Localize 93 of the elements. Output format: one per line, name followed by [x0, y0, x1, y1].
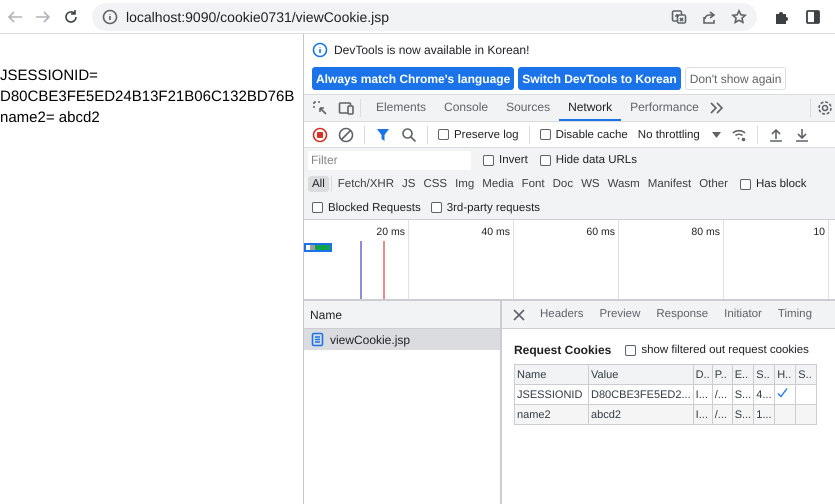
- checkbox[interactable]: [438, 129, 449, 140]
- cookie-text: name2= abcd2: [0, 108, 101, 128]
- checkbox-label: show filtered out request cookies: [641, 344, 809, 356]
- detail-tab[interactable]: Timing: [770, 300, 820, 328]
- detail-tab[interactable]: Initiator: [716, 300, 770, 328]
- infobar-button[interactable]: Always match Chrome's language: [312, 67, 514, 90]
- column-header: Value: [588, 364, 694, 384]
- column-header: Name: [310, 308, 342, 322]
- checkbox-label: Blocked Requests: [328, 202, 421, 214]
- type-filter-button[interactable]: Font: [518, 176, 549, 192]
- detail-tab[interactable]: Response: [648, 300, 716, 328]
- section-title: Request Cookies: [514, 343, 612, 357]
- device-toolbar-icon[interactable]: [338, 100, 354, 116]
- checkbox[interactable]: [540, 129, 551, 140]
- checkbox[interactable]: [740, 178, 751, 190]
- type-filter-button[interactable]: JS: [398, 176, 420, 192]
- filter-icon[interactable]: [375, 126, 391, 142]
- caret-icon: [712, 132, 721, 138]
- checkbox-label: Has block: [756, 178, 806, 190]
- column-header: Name: [514, 364, 588, 384]
- table-cell: name2: [514, 404, 588, 424]
- column-header: H..: [774, 364, 796, 384]
- detail-tab[interactable]: Headers: [532, 300, 592, 328]
- checkbox[interactable]: [540, 154, 551, 166]
- type-filter-button[interactable]: Other: [695, 176, 732, 192]
- table-cell: I...: [693, 404, 712, 424]
- type-filter-button[interactable]: Img: [451, 176, 478, 192]
- infobar-button[interactable]: Switch DevTools to Korean: [518, 67, 681, 90]
- check-icon: [777, 388, 788, 398]
- settings-icon[interactable]: [816, 100, 833, 116]
- cookie-text: D80CBE3FE5ED24B13F21B06C132BD76B: [0, 87, 296, 107]
- address-bar[interactable]: localhost:9090/cookie0731/viewCookie.jsp: [92, 2, 757, 30]
- table-cell: abcd2: [588, 404, 694, 424]
- more-tabs-icon[interactable]: [708, 100, 724, 116]
- checkbox-label: 3rd-party requests: [446, 202, 540, 214]
- devtools-tab[interactable]: Elements: [367, 95, 436, 121]
- timeline-tick-label: 20 ms: [376, 226, 405, 240]
- column-header: S..: [754, 364, 775, 384]
- type-filter-button[interactable]: Wasm: [604, 176, 644, 192]
- type-filter-button[interactable]: WS: [577, 176, 604, 192]
- type-filter-button[interactable]: Doc: [548, 176, 578, 192]
- timeline-tick-label: 80 ms: [691, 226, 720, 240]
- checkbox-label: Preserve log: [454, 128, 519, 140]
- table-cell: 1...: [754, 404, 775, 424]
- checkbox[interactable]: [483, 154, 494, 166]
- detail-tab[interactable]: Preview: [591, 300, 648, 328]
- document-icon: [310, 332, 325, 347]
- type-filter-button[interactable]: Media: [478, 176, 518, 192]
- checkbox[interactable]: [312, 202, 323, 213]
- column-header: S..: [796, 364, 817, 384]
- timeline-tick-label: 60 ms: [586, 226, 615, 240]
- type-filter-button[interactable]: Manifest: [644, 176, 696, 192]
- timeline-tick-label: 40 ms: [481, 226, 510, 240]
- type-filter-button[interactable]: Fetch/XHR: [334, 176, 398, 192]
- devtools-tab[interactable]: Performance: [621, 95, 708, 121]
- star-icon[interactable]: [731, 8, 747, 24]
- reload-icon[interactable]: [62, 8, 80, 26]
- type-filter-button[interactable]: CSS: [419, 176, 452, 192]
- checkbox[interactable]: [430, 202, 442, 213]
- column-header: P..: [712, 364, 732, 384]
- checkbox-label: Invert: [499, 154, 528, 166]
- inspect-element-icon[interactable]: [312, 100, 328, 116]
- throttling-dropdown[interactable]: No throttling: [638, 128, 721, 140]
- table-cell: /...: [712, 404, 732, 424]
- infobar-message: DevTools is now available in Korean!: [334, 43, 530, 57]
- translate-icon[interactable]: [671, 8, 687, 24]
- clear-icon[interactable]: [338, 126, 354, 142]
- url-text: localhost:9090/cookie0731/viewCookie.jsp: [126, 8, 390, 24]
- checkbox-label: Disable cache: [556, 128, 628, 140]
- info-icon[interactable]: [102, 8, 118, 24]
- devtools-tab[interactable]: Network: [559, 95, 622, 121]
- timeline-tick-label: 10: [813, 226, 825, 240]
- upload-icon[interactable]: [768, 126, 784, 142]
- checkbox-label: Hide data URLs: [556, 154, 637, 166]
- search-icon[interactable]: [401, 126, 417, 142]
- request-row[interactable]: viewCookie.jsp: [304, 329, 500, 350]
- request-name: viewCookie.jsp: [330, 332, 410, 346]
- column-header: D..: [693, 364, 712, 384]
- infobar-button[interactable]: Don't show again: [684, 67, 786, 90]
- devtools-tab[interactable]: Console: [435, 95, 498, 121]
- column-header: E..: [732, 364, 754, 384]
- type-filter-button[interactable]: All: [308, 176, 329, 192]
- info-icon: [312, 42, 328, 58]
- cookie-text: JSESSIONID=: [0, 66, 99, 86]
- stop-recording-icon[interactable]: [312, 126, 328, 142]
- checkbox[interactable]: [625, 344, 636, 356]
- download-icon[interactable]: [794, 126, 810, 142]
- share-icon[interactable]: [701, 8, 717, 24]
- close-icon[interactable]: [512, 308, 526, 322]
- table-cell: S...: [732, 404, 754, 424]
- side-panel-icon[interactable]: [805, 8, 821, 24]
- filter-field[interactable]: Filter: [308, 150, 471, 170]
- devtools-tab[interactable]: Sources: [497, 95, 560, 121]
